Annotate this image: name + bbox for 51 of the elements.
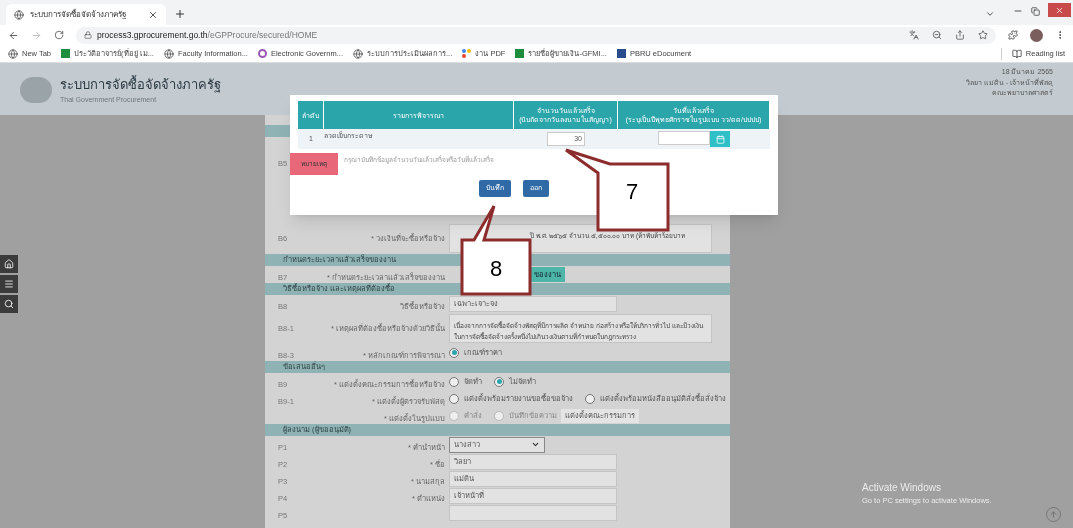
radio-button[interactable] xyxy=(494,376,504,387)
globe-icon xyxy=(8,48,18,59)
address-bar[interactable]: process3.gprocurement.go.th/eGPProcure/secured/HOME xyxy=(76,26,996,44)
callout-number: 7 xyxy=(624,178,640,206)
back-icon[interactable] xyxy=(8,29,19,41)
close-icon[interactable] xyxy=(148,9,158,20)
lock-icon xyxy=(84,31,92,39)
calendar-icon xyxy=(715,134,725,144)
reload-icon[interactable] xyxy=(54,30,64,40)
url-text: process3.gprocurement.go.th/eGPProcure/secured/HOME xyxy=(97,28,318,42)
home-button[interactable] xyxy=(0,255,18,273)
close-icon xyxy=(1055,5,1064,15)
share-icon[interactable] xyxy=(955,30,965,40)
reading-list-icon xyxy=(1011,48,1022,59)
zoom-icon[interactable] xyxy=(932,30,942,40)
sheet-icon xyxy=(515,49,525,58)
new-tab-icon[interactable] xyxy=(174,8,186,20)
globe-icon xyxy=(353,48,364,59)
radio-button[interactable] xyxy=(585,393,595,404)
radio-button[interactable] xyxy=(449,393,459,404)
tab-title: ระบบการจัดซื้อจัดจ้างภาครัฐ xyxy=(30,8,127,21)
document-icon xyxy=(616,49,626,58)
home-icon xyxy=(4,259,14,269)
logo-icon xyxy=(257,49,267,58)
menu-button[interactable] xyxy=(0,275,18,293)
browser-tab[interactable]: ระบบการจัดซื้อจัดจ้างภาครัฐ xyxy=(6,4,166,25)
emblem-icon xyxy=(20,77,52,103)
profile-avatar[interactable] xyxy=(1030,28,1043,42)
close-window-button[interactable] xyxy=(1048,3,1071,17)
translate-icon[interactable] xyxy=(909,30,919,40)
tab-search-icon[interactable] xyxy=(985,9,995,19)
date-input[interactable] xyxy=(658,131,710,145)
text-field[interactable] xyxy=(449,504,617,521)
calendar-button[interactable] xyxy=(710,131,730,147)
chevron-down-icon xyxy=(531,440,540,449)
activation-title: Activate Windows xyxy=(862,480,942,495)
dots-icon xyxy=(462,49,472,58)
forward-icon[interactable] xyxy=(31,29,42,41)
search-button[interactable] xyxy=(0,295,18,313)
menu-icon xyxy=(4,279,14,289)
extensions-icon[interactable] xyxy=(1008,30,1018,40)
restore-icon[interactable] xyxy=(1031,7,1040,16)
globe-icon xyxy=(163,48,174,59)
globe-icon xyxy=(14,9,24,20)
search-icon xyxy=(4,299,14,309)
radio-button[interactable] xyxy=(449,376,459,387)
site-title: ระบบการจัดซื้อจัดจ้างภาครัฐ xyxy=(60,75,221,95)
sheet-icon xyxy=(61,49,71,58)
arrow-up-icon xyxy=(1049,510,1058,519)
bookmark-star-icon[interactable] xyxy=(978,30,988,40)
radio-button[interactable] xyxy=(449,347,459,358)
